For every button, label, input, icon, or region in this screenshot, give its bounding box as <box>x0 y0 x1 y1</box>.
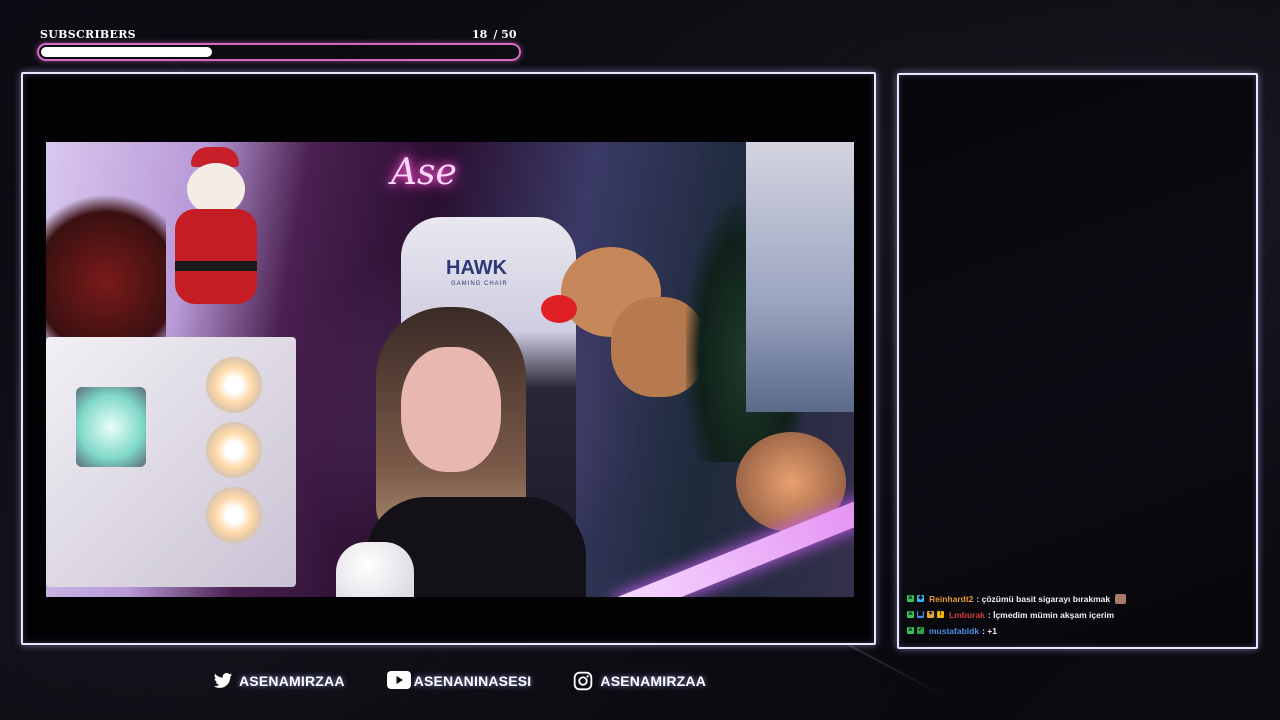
subscriber-progress-fill <box>41 47 213 57</box>
subscriber-goal-label: SUBSCRIBERS <box>40 28 136 41</box>
chat-username[interactable]: Lmburak <box>949 610 985 620</box>
chair-brand-sub: GAMING CHAIR <box>451 281 508 287</box>
chat-message-text: : +1 <box>982 625 997 636</box>
youtube-icon <box>386 671 411 691</box>
chat-message-list: ⚔ ◆ Reinhardt2: çözümü basit sigarayı bıra… <box>907 592 1247 637</box>
chat-username[interactable]: mustafabldk <box>929 626 979 636</box>
moderator-badge: ⚔ <box>907 611 914 618</box>
neon-sign: Ase <box>391 152 457 193</box>
stream-overlay: SUBSCRIBERS 18 / 50 Ase HAWK GAMING CHAI… <box>0 0 1280 720</box>
subscriber-current: 18 <box>472 28 488 41</box>
cat-emote <box>1115 593 1127 604</box>
gem-badge: ◆ <box>917 595 924 602</box>
social-link[interactable]: ASENANINASESI <box>386 671 532 691</box>
chat-message: ⚔ ✓ mustafabldk: +1 <box>907 624 1247 637</box>
subscriber-target: / 50 <box>493 28 517 41</box>
bookshelf <box>746 142 854 412</box>
game-badge: ▣ <box>917 611 924 618</box>
microphone <box>336 542 414 597</box>
warning-badge: ! <box>937 611 944 618</box>
social-link[interactable]: ASENAMIRZAA <box>573 671 706 691</box>
subscriber-progress-bar <box>37 43 521 61</box>
moderator-badge: ⚔ <box>907 595 914 602</box>
social-handle: ASENAMIRZAA <box>239 673 345 689</box>
chat-message-text: : çözümü basit sigarayı bırakmak <box>976 593 1111 604</box>
social-links: ASENAMIRZAA ASENANINASESI ASENAMIRZAA <box>212 669 706 693</box>
subscriber-goal-count: 18 / 50 <box>472 28 516 41</box>
twitter-icon <box>212 671 234 691</box>
social-link[interactable]: ASENAMIRZAA <box>212 671 345 691</box>
moderator-badge: ⚔ <box>907 627 914 634</box>
instagram-icon <box>573 671 595 691</box>
chat-message-text: : İçmedim mümin akşam içerim <box>987 609 1115 620</box>
pc-case <box>46 337 296 587</box>
chat-username[interactable]: Reinhardt2 <box>929 594 973 604</box>
sword-badge: ✓ <box>917 627 924 634</box>
gift-badge: ✦ <box>927 611 934 618</box>
santa-plush <box>161 147 271 322</box>
chat-message: ⚔ ◆ Reinhardt2: çözümü basit sigarayı bıra… <box>907 592 1247 605</box>
webcam-video: Ase HAWK GAMING CHAIR <box>46 142 854 597</box>
chair-brand: HAWK <box>446 257 508 279</box>
social-handle: ASENANINASESI <box>413 673 532 689</box>
chat-message: ⚔ ▣ ✦! Lmburak: İçmedim mümin akşam içerim <box>907 608 1247 621</box>
chat-frame <box>897 73 1258 649</box>
social-handle: ASENAMIRZAA <box>600 673 707 689</box>
